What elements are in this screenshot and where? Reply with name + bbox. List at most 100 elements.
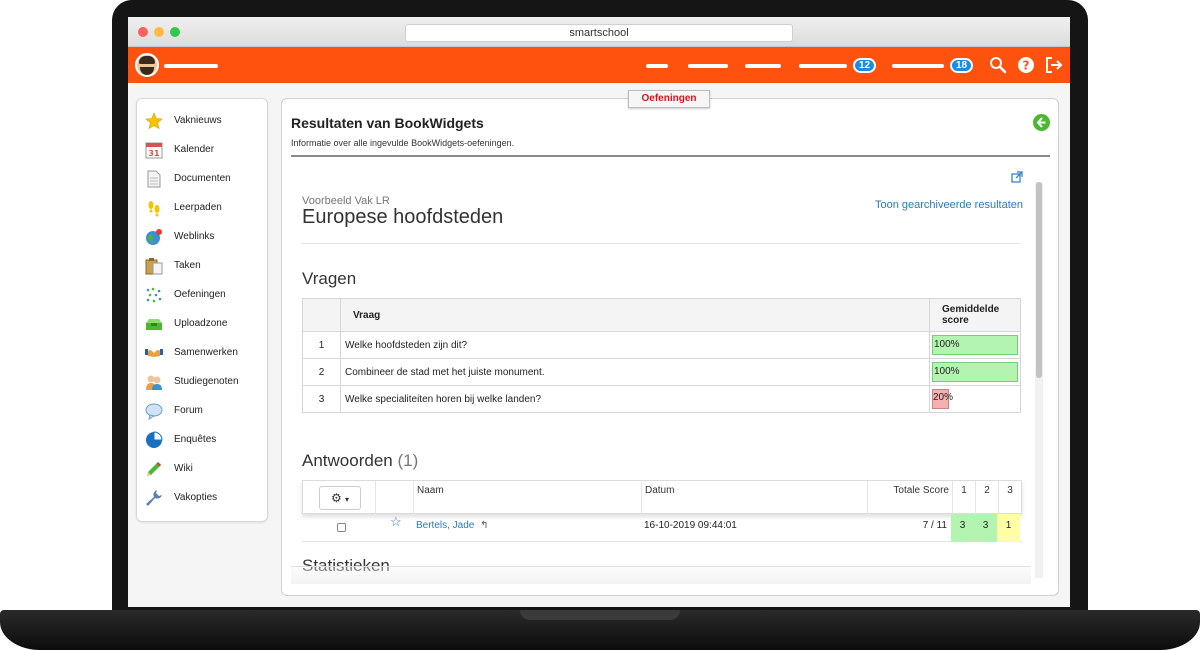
sidebar-item-label: Taken xyxy=(174,260,201,271)
column-header-name[interactable]: Naam xyxy=(413,481,641,515)
external-link-icon[interactable] xyxy=(1011,170,1023,183)
nav-item-notifications[interactable] xyxy=(892,64,944,68)
arrow-left-icon xyxy=(1036,117,1046,128)
answers-count: (1) xyxy=(397,451,419,470)
sidebar-item-label: Vakopties xyxy=(174,492,218,503)
help-icon[interactable]: ? xyxy=(1016,55,1036,75)
avatar[interactable] xyxy=(135,53,159,77)
table-row[interactable]: 2 Combineer de stad met het juiste monum… xyxy=(302,358,1021,386)
sidebar-item-vaknieuws[interactable]: Vaknieuws xyxy=(137,107,267,135)
search-icon[interactable] xyxy=(988,55,1008,75)
score-value: 20% xyxy=(933,392,954,403)
column-header-favorite xyxy=(375,481,413,515)
frame-bottom-edge xyxy=(291,566,1031,584)
answers-table-header: ⚙ ▾ Naam Datum Totale Score 1 2 3 xyxy=(302,480,1022,515)
sidebar-item-uploadzone[interactable]: Uploadzone xyxy=(137,310,267,338)
minimize-window-button[interactable] xyxy=(154,27,164,37)
screen: smartschool 12 18 ? Vaknieuws 31 Kalende… xyxy=(128,17,1070,607)
address-bar[interactable]: smartschool xyxy=(405,24,793,42)
back-button[interactable] xyxy=(1033,114,1050,131)
calendar-icon: 31 xyxy=(145,141,163,159)
column-header-label: Totale Score xyxy=(893,485,949,496)
table-row[interactable]: 1 Welke hoofdsteden zijn dit? 100% xyxy=(302,331,1021,359)
calendar-day-number: 31 xyxy=(148,149,160,158)
user-name-placeholder[interactable] xyxy=(164,64,218,68)
question-text: Welke specialiteiten horen bij welke lan… xyxy=(340,385,930,413)
column-header-avg-score: Gemiddelde score xyxy=(929,298,1021,332)
pencil-icon xyxy=(145,460,163,478)
bookwidgets-frame: Voorbeeld Vak LR Europese hoofdsteden To… xyxy=(291,164,1046,584)
table-row[interactable]: 3 Welke specialiteiten horen bij welke l… xyxy=(302,385,1021,413)
sidebar-item-vakopties[interactable]: Vakopties xyxy=(137,484,267,512)
student-name-link[interactable]: Bertels, Jade xyxy=(416,520,474,531)
page-subtitle: Informatie over alle ingevulde BookWidge… xyxy=(291,138,515,148)
sidebar-item-samenwerken[interactable]: Samenwerken xyxy=(137,339,267,367)
question-text: Combineer de stad met het juiste monumen… xyxy=(340,358,930,386)
settings-dropdown-button[interactable]: ⚙ ▾ xyxy=(319,486,361,510)
total-score-cell: 7 / 11 xyxy=(922,520,947,531)
q3-score-cell: 1 xyxy=(997,514,1020,542)
scrollbar-thumb[interactable] xyxy=(1036,182,1042,378)
sidebar-item-forum[interactable]: Forum xyxy=(137,397,267,425)
handshake-icon xyxy=(145,344,163,362)
table-row[interactable]: ☆ Bertels, Jade ↰ 16-10-2019 09:44:01 7 … xyxy=(302,514,1022,542)
sidebar-item-kalender[interactable]: 31 Kalender xyxy=(137,136,267,164)
main-panel: Resultaten van BookWidgets Informatie ov… xyxy=(281,98,1059,596)
nav-item-2[interactable] xyxy=(688,64,728,68)
laptop-notch xyxy=(520,610,680,620)
course-sidebar: Vaknieuws 31 Kalender Documenten Leerpad… xyxy=(136,98,268,522)
gear-icon: ⚙ xyxy=(330,491,342,505)
upload-tray-icon xyxy=(145,315,163,333)
globe-icon xyxy=(145,228,163,246)
sidebar-item-label: Weblinks xyxy=(174,231,215,242)
sidebar-item-label: Wiki xyxy=(174,463,193,474)
tasks-icon xyxy=(145,257,163,275)
caret-down-icon: ▾ xyxy=(345,495,350,504)
column-header-q3[interactable]: 3 xyxy=(998,481,1021,515)
question-number: 2 xyxy=(302,358,341,386)
scrollbar[interactable] xyxy=(1035,182,1043,578)
score-bar: 100% xyxy=(932,335,1018,355)
notifications-count-badge: 18 xyxy=(950,58,974,73)
nav-item-messages[interactable] xyxy=(799,64,847,68)
sidebar-item-enquetes[interactable]: Enquêtes xyxy=(137,426,267,454)
nav-item-1[interactable] xyxy=(646,64,668,68)
column-header-date[interactable]: Datum xyxy=(641,481,867,515)
sidebar-item-label: Leerpaden xyxy=(174,202,222,213)
sidebar-item-leerpaden[interactable]: Leerpaden xyxy=(137,194,267,222)
sidebar-item-label: Documenten xyxy=(174,173,231,184)
column-header-label: Naam xyxy=(417,485,444,496)
close-window-button[interactable] xyxy=(138,27,148,37)
reply-icon[interactable]: ↰ xyxy=(480,520,488,531)
sidebar-item-studiegenoten[interactable]: Studiegenoten xyxy=(137,368,267,396)
sidebar-item-oefeningen[interactable]: Oefeningen xyxy=(137,281,267,309)
messages-count-badge: 12 xyxy=(853,58,877,73)
sidebar-item-wiki[interactable]: Wiki xyxy=(137,455,267,483)
footprints-icon xyxy=(145,199,163,217)
browser-titlebar: smartschool xyxy=(128,17,1070,47)
answers-heading-text: Antwoorden xyxy=(302,451,393,470)
exercises-icon xyxy=(145,286,163,304)
column-header-number xyxy=(302,298,341,332)
q2-score-cell: 3 xyxy=(974,514,997,542)
questions-table: Vraag Gemiddelde score 1 Welke hoofdsted… xyxy=(302,298,1021,413)
divider xyxy=(302,243,1020,244)
document-icon xyxy=(145,170,163,188)
sidebar-item-taken[interactable]: Taken xyxy=(137,252,267,280)
column-header-q2[interactable]: 2 xyxy=(975,481,998,515)
column-header-q1[interactable]: 1 xyxy=(952,481,975,515)
sidebar-item-label: Samenwerken xyxy=(174,347,238,358)
tab-oefeningen[interactable]: Oefeningen xyxy=(628,90,710,108)
nav-item-3[interactable] xyxy=(745,64,781,68)
sidebar-item-label: Enquêtes xyxy=(174,434,217,445)
row-checkbox[interactable] xyxy=(337,523,346,532)
logout-icon[interactable] xyxy=(1044,55,1064,75)
question-text: Welke hoofdsteden zijn dit? xyxy=(340,331,930,359)
sidebar-item-weblinks[interactable]: Weblinks xyxy=(137,223,267,251)
sidebar-item-documenten[interactable]: Documenten xyxy=(137,165,267,193)
column-header-total-score[interactable]: Totale Score xyxy=(867,481,952,515)
show-archived-link[interactable]: Toon gearchiveerde resultaten xyxy=(875,199,1023,211)
maximize-window-button[interactable] xyxy=(170,27,180,37)
star-icon[interactable]: ☆ xyxy=(390,514,402,530)
sidebar-item-label: Oefeningen xyxy=(174,289,226,300)
